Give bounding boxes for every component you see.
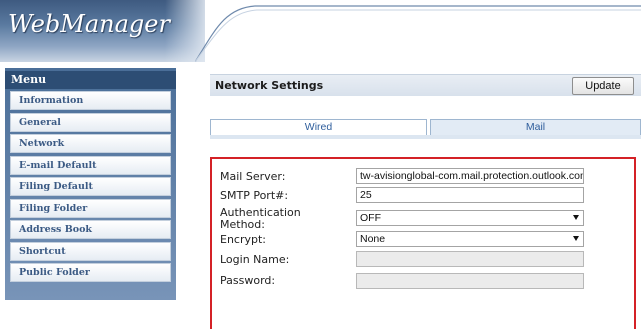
sidebar-item-public-folder[interactable]: Public Folder — [10, 263, 171, 282]
tab-wired[interactable]: Wired — [210, 119, 427, 136]
smtp-port-input[interactable]: 25 — [356, 187, 584, 203]
password-label: Password: — [220, 274, 276, 287]
sidebar-item-information[interactable]: Information — [10, 91, 171, 110]
page-title: Network Settings — [215, 79, 324, 92]
header-banner: WebManager — [0, 0, 641, 62]
sidebar-item-network[interactable]: Network — [10, 134, 171, 153]
chevron-down-icon — [573, 215, 579, 220]
encrypt-value: None — [360, 233, 386, 245]
sidebar-item-shortcut[interactable]: Shortcut — [10, 241, 171, 261]
main-content: Network Settings Update Wired Mail Mail … — [205, 62, 641, 329]
tab-mail[interactable]: Mail — [430, 119, 641, 136]
sidebar-item-address-book[interactable]: Address Book — [10, 220, 171, 239]
header-swoop-decoration — [195, 5, 641, 62]
chevron-down-icon — [573, 236, 579, 241]
smtp-port-label: SMTP Port#: — [220, 189, 289, 202]
auth-method-value: OFF — [360, 212, 381, 224]
menu-title: Menu — [5, 71, 176, 89]
app-logo: WebManager — [8, 10, 170, 38]
mail-settings-form: Mail Server: tw-avisionglobal-com.mail.p… — [210, 157, 636, 329]
sidebar-item-filing-folder[interactable]: Filing Folder — [10, 198, 171, 218]
auth-method-label-line2: Method: — [220, 218, 265, 231]
logo-panel: WebManager — [0, 0, 205, 62]
mail-server-input[interactable]: tw-avisionglobal-com.mail.protection.out… — [356, 168, 584, 184]
settings-header-bar: Network Settings Update — [210, 74, 641, 96]
auth-method-select[interactable]: OFF — [356, 210, 584, 226]
tab-divider — [210, 135, 641, 139]
password-input[interactable] — [356, 273, 584, 289]
login-name-input[interactable] — [356, 251, 584, 267]
encrypt-select[interactable]: None — [356, 231, 584, 247]
update-button[interactable]: Update — [572, 77, 634, 95]
encrypt-label: Encrypt: — [220, 233, 267, 246]
sidebar-menu: Menu Information General Network E-mail … — [5, 68, 176, 300]
sidebar-item-email-default[interactable]: E-mail Default — [10, 155, 171, 175]
mail-server-label: Mail Server: — [220, 170, 286, 183]
sidebar-item-filing-default[interactable]: Filing Default — [10, 177, 171, 196]
login-name-label: Login Name: — [220, 253, 290, 266]
sidebar-item-general[interactable]: General — [10, 112, 171, 132]
